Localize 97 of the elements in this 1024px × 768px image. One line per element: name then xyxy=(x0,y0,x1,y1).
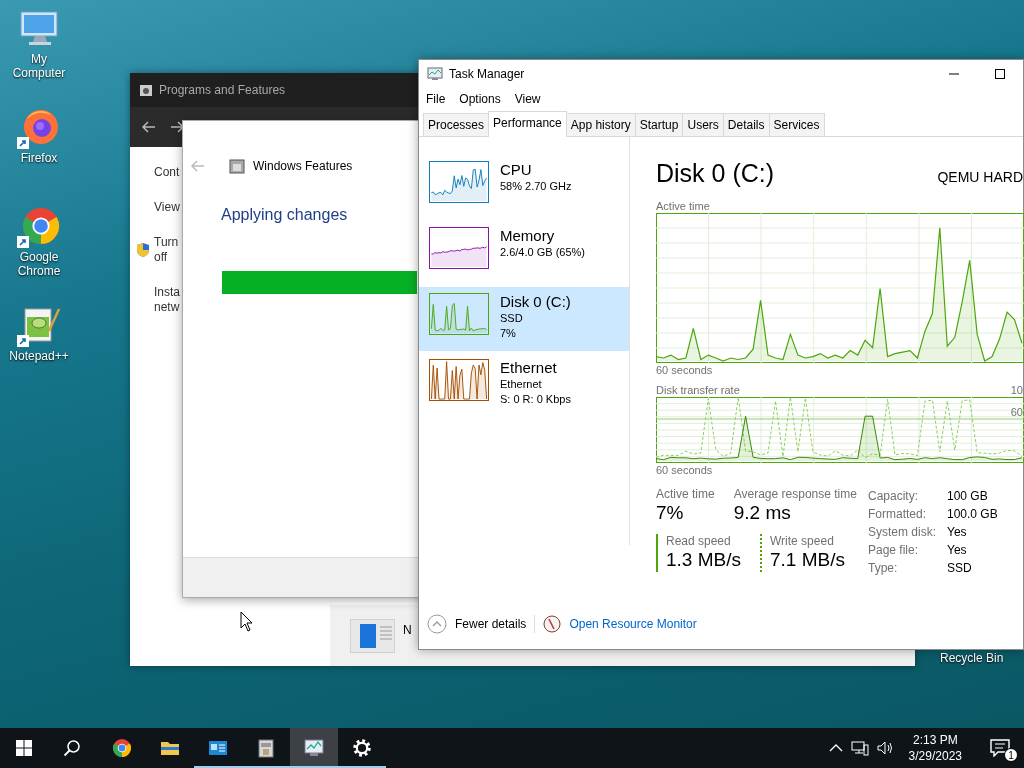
resource-detail: 58% 2.70 GHz xyxy=(500,179,572,194)
status-heading: Applying changes xyxy=(221,205,349,225)
stat-label: Active time xyxy=(656,486,716,501)
property-label: System disk: xyxy=(868,523,937,541)
stat-label: Read speed xyxy=(666,533,732,548)
windows-features-icon xyxy=(229,158,245,174)
property-value: SSD xyxy=(947,559,972,577)
back-icon[interactable] xyxy=(142,121,156,133)
icon-label[interactable]: Notepad++ xyxy=(9,349,69,363)
dialog-title: Windows Features xyxy=(253,158,353,175)
tab[interactable]: Startup xyxy=(634,113,684,136)
resource-name: CPU xyxy=(500,161,533,179)
tab[interactable]: App history xyxy=(565,113,636,136)
control-panel-icon xyxy=(139,83,153,97)
menu-item[interactable]: File xyxy=(426,90,446,108)
network-icon[interactable] xyxy=(850,740,869,756)
icon-label[interactable]: My Computer xyxy=(4,52,74,80)
chrome-icon[interactable] xyxy=(17,206,61,250)
clock-time: 2:13 PM xyxy=(911,732,959,748)
stat-value: 7% xyxy=(656,500,685,525)
stat-label: Write speed xyxy=(770,533,835,548)
taskbar-button[interactable] xyxy=(290,728,338,768)
icon-label[interactable]: Recycle Bin xyxy=(940,651,1004,665)
resource-item[interactable]: Memory 2.6/4.0 GB (65%) xyxy=(419,221,629,285)
icon-label[interactable]: Firefox xyxy=(20,151,58,165)
collapse-icon[interactable] xyxy=(427,614,447,634)
detail-title: Disk 0 (C:) xyxy=(656,158,775,189)
sidebar-link[interactable]: Turn off xyxy=(154,235,184,265)
stat-label: Average response time xyxy=(733,486,858,501)
forward-icon[interactable] xyxy=(170,121,184,133)
menu-item[interactable]: Options xyxy=(459,90,501,108)
property-label: Formatted: xyxy=(868,505,928,523)
tab[interactable]: Performance xyxy=(488,111,567,137)
property-value: 100.0 GB xyxy=(947,505,998,523)
tab[interactable]: Users xyxy=(682,113,724,136)
fewer-details-link[interactable]: Fewer details xyxy=(455,615,527,633)
resource-detail: 2.6/4.0 GB (65%) xyxy=(500,245,585,260)
icon-label[interactable]: Google Chrome xyxy=(4,250,74,278)
window-title: Task Manager xyxy=(449,66,525,83)
property-label: Page file: xyxy=(868,541,920,559)
graph-label: Disk transfer rate xyxy=(656,382,740,397)
stat-value: 9.2 ms xyxy=(733,501,792,525)
maximize-icon[interactable] xyxy=(995,69,1005,79)
resource-name: Disk 0 (C:) xyxy=(500,293,571,311)
mouse-pointer-icon xyxy=(240,611,254,633)
window-title: Programs and Features xyxy=(159,82,286,99)
firefox-icon[interactable] xyxy=(17,107,61,151)
stat-value: 7.1 MB/s xyxy=(770,548,846,572)
notifications-button[interactable]: 1 xyxy=(976,728,1024,768)
message-icon xyxy=(990,739,1010,757)
sidebar-link[interactable]: View xyxy=(154,200,184,215)
disk-model: QEMU HARD xyxy=(937,168,1023,187)
resource-item[interactable]: Ethernet Ethernet S: 0 R: 0 Kbps xyxy=(419,353,629,417)
axis-label: 60 seconds xyxy=(656,462,714,477)
property-label: Type: xyxy=(868,559,899,577)
document-icon xyxy=(350,619,395,653)
tab[interactable]: Details xyxy=(722,113,770,136)
notepad-icon[interactable] xyxy=(17,305,61,349)
notification-count: 1 xyxy=(1004,748,1018,762)
settings-icon xyxy=(352,738,372,758)
task-manager-icon xyxy=(304,738,324,758)
task-manager-icon xyxy=(427,67,443,81)
chrome-icon xyxy=(112,738,132,758)
resource-detail: S: 0 R: 0 Kbps xyxy=(500,392,571,407)
menu-item[interactable]: View xyxy=(514,90,541,108)
sidebar-link[interactable]: Insta netw xyxy=(154,285,184,315)
chevron-up-icon[interactable] xyxy=(828,743,843,753)
resource-item[interactable]: CPU 58% 2.70 GHz xyxy=(419,155,629,219)
graph-label: Active time xyxy=(656,198,711,213)
axis-label: 10 xyxy=(1010,382,1023,397)
clock[interactable]: 2:13 PM 3/29/2023 xyxy=(902,732,968,764)
resource-detail: SSD xyxy=(500,311,524,326)
property-value: Yes xyxy=(947,541,967,559)
property-value: Yes xyxy=(947,523,967,541)
search-icon xyxy=(63,739,81,757)
volume-icon[interactable] xyxy=(876,740,895,756)
stat-value: 1.3 MB/s xyxy=(666,548,742,572)
gauge-icon xyxy=(543,615,562,633)
resource-monitor-link[interactable]: Open Resource Monitor xyxy=(569,615,697,633)
clock-date: 3/29/2023 xyxy=(908,748,962,764)
property-value: 100 GB xyxy=(947,487,988,505)
archive-icon xyxy=(256,738,276,758)
tab[interactable]: Services xyxy=(768,113,825,136)
windows-logo-icon xyxy=(16,740,32,756)
resource-name: Memory xyxy=(500,227,556,245)
item-label: N xyxy=(403,622,412,639)
resource-detail: 7% xyxy=(500,326,517,341)
shield-icon xyxy=(136,242,150,258)
resource-name: Ethernet xyxy=(500,359,558,377)
tab[interactable]: Processes xyxy=(423,113,490,136)
resource-detail: Ethernet xyxy=(500,377,543,392)
control-panel-icon xyxy=(208,738,228,758)
property-label: Capacity: xyxy=(868,487,920,505)
axis-label: 60 seconds xyxy=(656,362,714,377)
axis-label: 60 xyxy=(1010,404,1023,419)
sidebar-link[interactable]: Cont xyxy=(154,165,184,180)
resource-item[interactable]: Disk 0 (C:) SSD 7% xyxy=(419,287,629,351)
